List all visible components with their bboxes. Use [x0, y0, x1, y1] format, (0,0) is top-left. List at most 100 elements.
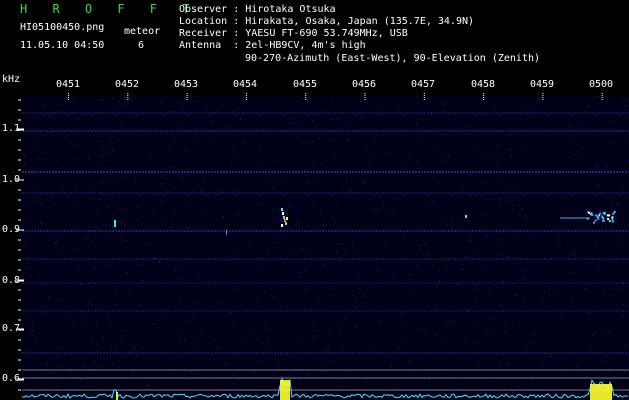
noise-speck [452, 291, 454, 293]
noise-speck [461, 269, 463, 270]
noise-speck [68, 313, 70, 315]
noise-speck [582, 147, 584, 149]
noise-speck [590, 168, 592, 170]
noise-speck [272, 159, 274, 161]
noise-speck [622, 304, 624, 305]
noise-speck [302, 142, 304, 143]
meteor-echo-point [114, 220, 116, 227]
noise-speck [233, 374, 235, 376]
noise-speck [194, 339, 196, 341]
noise-speck [26, 218, 28, 220]
noise-speck [267, 253, 269, 255]
meteor-echo-point [283, 216, 285, 219]
noise-speck [299, 339, 300, 341]
noise-speck [126, 307, 128, 309]
noise-speck [126, 239, 128, 241]
noise-speck [300, 380, 302, 382]
noise-speck [195, 132, 196, 134]
noise-speck [404, 165, 406, 167]
noise-speck [485, 214, 487, 216]
noise-speck [570, 139, 571, 141]
noise-speck [54, 242, 56, 244]
noise-speck [610, 196, 612, 198]
noise-speck [481, 124, 482, 126]
noise-speck [178, 299, 180, 300]
noise-speck [451, 219, 453, 221]
noise-speck [480, 197, 482, 199]
noise-speck [343, 174, 345, 176]
noise-speck [212, 141, 214, 143]
noise-speck [118, 140, 120, 141]
meteor-count: 6 [138, 40, 145, 51]
noise-speck [82, 325, 84, 326]
noise-speck [342, 188, 344, 190]
noise-speck [160, 101, 162, 103]
noise-speck [88, 236, 90, 238]
noise-speck [209, 115, 210, 117]
noise-speck [197, 101, 199, 102]
noise-speck [88, 156, 89, 158]
noise-speck [315, 115, 317, 117]
noise-speck [574, 252, 576, 254]
noise-speck [135, 347, 137, 349]
meteor-echo-point [282, 212, 284, 215]
noise-speck [450, 227, 452, 229]
noise-speck [281, 357, 283, 359]
noise-speck [135, 115, 137, 117]
noise-speck [446, 265, 448, 267]
noise-speck [534, 342, 536, 344]
noise-speck [94, 187, 96, 189]
minute-tick [127, 97, 129, 98]
noise-speck [558, 234, 560, 236]
noise-speck [353, 253, 355, 255]
noise-speck [336, 220, 338, 222]
noise-speck [475, 236, 477, 238]
noise-speck [39, 203, 41, 205]
noise-speck [196, 374, 198, 376]
noise-speck [421, 118, 423, 120]
noise-speck [50, 292, 52, 294]
noise-speck [161, 218, 163, 220]
noise-speck [477, 341, 479, 343]
noise-speck [453, 386, 455, 387]
noise-speck [170, 226, 172, 228]
x-tick-label: 0457 [411, 79, 436, 90]
noise-speck [199, 303, 201, 305]
noise-speck [298, 272, 300, 274]
noise-speck [468, 133, 470, 135]
noise-speck [552, 159, 554, 161]
noise-speck [319, 138, 321, 140]
noise-speck [63, 136, 65, 138]
noise-speck [237, 289, 239, 291]
noise-speck [572, 331, 574, 333]
noise-speck [613, 294, 615, 296]
noise-speck [31, 323, 33, 324]
noise-speck [159, 262, 161, 264]
noise-speck [106, 317, 108, 318]
noise-speck [70, 368, 72, 370]
meteor-echo-point [590, 212, 593, 214]
noise-speck [342, 346, 344, 347]
noise-speck [231, 110, 233, 112]
noise-speck [197, 278, 199, 280]
noise-speck [163, 313, 165, 315]
noise-speck [199, 332, 201, 334]
noise-speck [416, 161, 418, 163]
noise-speck [415, 265, 417, 267]
meteor-echo-point [593, 221, 596, 224]
noise-speck [321, 111, 323, 113]
noise-speck [118, 273, 120, 275]
minute-tick [423, 95, 425, 96]
noise-speck [131, 120, 133, 122]
x-tick-label: 0458 [471, 79, 496, 90]
noise-speck [366, 381, 368, 383]
noise-speck [111, 266, 112, 268]
noise-speck [351, 294, 353, 296]
minute-tick [305, 93, 307, 94]
noise-speck [532, 376, 534, 378]
noise-speck [568, 126, 570, 128]
noise-speck [463, 126, 465, 128]
noise-speck [117, 195, 119, 197]
meteor-echo-point [465, 215, 467, 218]
noise-speck [605, 226, 607, 227]
